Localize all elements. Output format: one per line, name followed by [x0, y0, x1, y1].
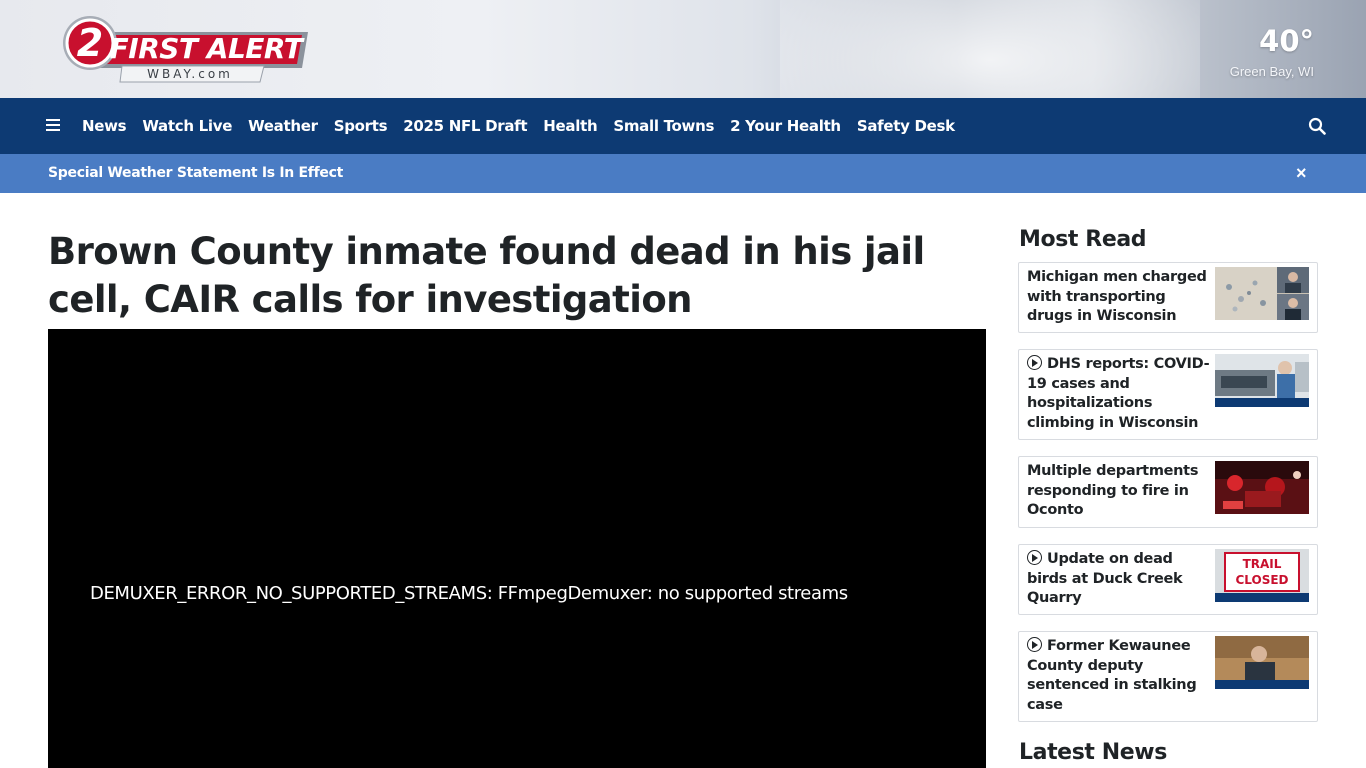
alert-text[interactable]: Special Weather Statement Is In Effect [48, 165, 343, 181]
menu-icon[interactable] [46, 119, 60, 131]
search-icon[interactable] [1308, 117, 1326, 135]
nav-item-small-towns[interactable]: Small Towns [605, 117, 722, 135]
nav-item-safety-desk[interactable]: Safety Desk [849, 117, 963, 135]
thumb-sign-line2: CLOSED [1235, 573, 1288, 587]
weather-widget[interactable]: 40° Green Bay, WI [1230, 24, 1314, 79]
play-icon [1027, 550, 1042, 565]
list-item[interactable]: Multiple departments responding to fire … [1018, 456, 1318, 528]
nav-item-news[interactable]: News [74, 117, 134, 135]
wbay-first-alert-logo[interactable]: 2 FIRST ALERT WBAY.com [50, 12, 310, 84]
list-item[interactable]: Update on dead birds at Duck Creek Quarr… [1018, 544, 1318, 615]
weather-temperature: 40° [1259, 24, 1314, 58]
play-icon [1027, 637, 1042, 652]
list-item[interactable]: DHS reports: COVID-19 cases and hospital… [1018, 349, 1318, 440]
list-item[interactable]: Former Kewaunee County deputy sentenced … [1018, 631, 1318, 722]
thumbnail-image [1215, 267, 1309, 320]
list-item-title[interactable]: Multiple departments responding to fire … [1027, 462, 1211, 521]
list-item-title[interactable]: Michigan men charged with transporting d… [1027, 268, 1211, 327]
logo-brand: FIRST ALERT [110, 32, 305, 65]
video-player[interactable]: DEMUXER_ERROR_NO_SUPPORTED_STREAMS: FFmp… [48, 329, 986, 768]
thumbnail-image [1215, 636, 1309, 689]
logo-number: 2 [77, 21, 103, 65]
thumbnail-image [1215, 461, 1309, 514]
list-item-title[interactable]: Former Kewaunee County deputy sentenced … [1027, 637, 1211, 715]
nav-item-sports[interactable]: Sports [326, 117, 396, 135]
video-error-message: DEMUXER_ERROR_NO_SUPPORTED_STREAMS: FFmp… [90, 583, 848, 604]
site-header: 2 FIRST ALERT WBAY.com 40° Green Bay, WI [0, 0, 1366, 98]
main-nav: News Watch Live Weather Sports 2025 NFL … [0, 98, 1366, 154]
nav-item-2-your-health[interactable]: 2 Your Health [722, 117, 849, 135]
play-icon [1027, 355, 1042, 370]
close-icon[interactable]: × [1296, 163, 1307, 184]
list-item-title[interactable]: Update on dead birds at Duck Creek Quarr… [1027, 550, 1211, 609]
nav-item-weather[interactable]: Weather [240, 117, 326, 135]
list-item[interactable]: Michigan men charged with transporting d… [1018, 262, 1318, 333]
nav-item-health[interactable]: Health [535, 117, 605, 135]
weather-alert-bar[interactable]: Special Weather Statement Is In Effect × [0, 154, 1366, 193]
nav-item-nfl-draft[interactable]: 2025 NFL Draft [395, 117, 535, 135]
most-read-heading: Most Read [1019, 227, 1147, 252]
nav-item-watch-live[interactable]: Watch Live [134, 117, 240, 135]
thumbnail-image [1215, 354, 1309, 407]
thumbnail-image: TRAIL CLOSED [1215, 549, 1309, 602]
latest-news-heading: Latest News [1019, 740, 1167, 765]
thumb-sign-line1: TRAIL [1243, 557, 1282, 571]
weather-location: Green Bay, WI [1229, 64, 1314, 79]
list-item-title[interactable]: DHS reports: COVID-19 cases and hospital… [1027, 355, 1211, 433]
header-background [780, 0, 1200, 98]
logo-site: WBAY.com [147, 67, 233, 81]
article-headline: Brown County inmate found dead in his ja… [48, 230, 925, 321]
nav-list: News Watch Live Weather Sports 2025 NFL … [74, 98, 963, 154]
